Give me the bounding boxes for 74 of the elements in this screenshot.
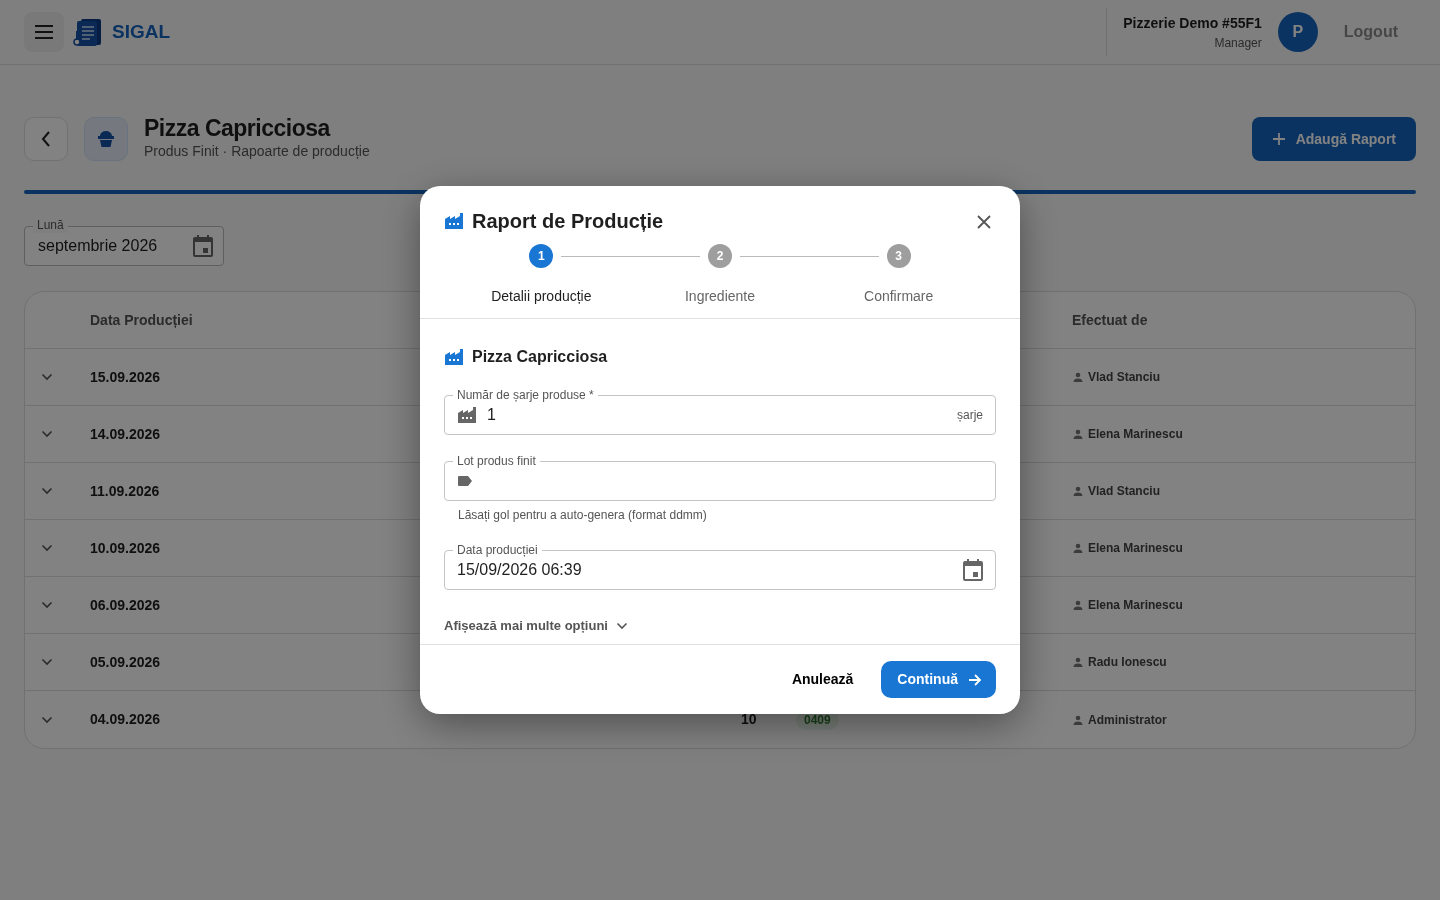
page-title: Pizza Capricciosa [144, 116, 332, 142]
input-field[interactable]: Lot produs finit [444, 452, 996, 501]
date-cell-text: 10.09.2026 [90, 538, 161, 558]
chevron-left-icon [41, 131, 51, 148]
unit-suffix: șarje [957, 407, 983, 424]
plus-icon [1271, 132, 1286, 147]
field-label: Număr de șarje produse * [453, 387, 598, 403]
document-logo-icon [72, 17, 104, 47]
factory-icon [444, 348, 464, 366]
author-cell-text: Elena Marinescu [1088, 597, 1183, 615]
date-cell-text: 04.09.2026 [90, 710, 161, 730]
account-name: Pizzerie Demo #55F1 [1123, 13, 1262, 33]
field-value: septembrie 2026 [38, 236, 158, 257]
column-header: Efectuat de [1072, 310, 1149, 330]
step-number: 2 [708, 244, 732, 268]
expand-icon[interactable] [41, 601, 53, 610]
dialog-title: Raport de Producție [472, 209, 664, 234]
expand-icon[interactable] [41, 373, 53, 382]
author-cell-text: Radu Ionescu [1088, 654, 1167, 672]
expand-icon[interactable] [41, 658, 53, 667]
author-cell-text: Elena Marinescu [1088, 426, 1183, 444]
tag-icon [457, 475, 473, 487]
expand-icon[interactable] [41, 430, 53, 439]
text-input[interactable]: 15/09/2026 06:39 [457, 558, 953, 582]
step-number: 3 [886, 244, 911, 268]
column-header: Data Producției [90, 310, 194, 330]
author-cell-text: Vlad Stanciu [1088, 369, 1161, 387]
expand-icon[interactable] [41, 715, 53, 724]
date-cell-text: 15.09.2026 [90, 367, 161, 387]
calendar-icon[interactable] [963, 559, 983, 581]
date-cell-text: 05.09.2026 [90, 652, 161, 672]
person-icon [1072, 656, 1084, 669]
field-label: Lot produs finit [453, 453, 540, 469]
menu-button[interactable] [24, 12, 64, 52]
author-cell-text: Administrator [1088, 711, 1167, 729]
product-name: Pizza Capricciosa [472, 347, 608, 367]
author-cell-text: Vlad Stanciu [1088, 483, 1161, 501]
step-label: Ingrediente [684, 287, 755, 306]
menu-icon [35, 25, 53, 39]
cancel-button[interactable]: Anulează [785, 668, 860, 691]
step-label: Confirmare [864, 287, 934, 306]
person-icon [1072, 542, 1084, 555]
person-icon [1072, 599, 1084, 612]
date-cell-text: 06.09.2026 [90, 595, 161, 615]
page-subtitle: Produs Finit · Rapoarte de producție [144, 142, 370, 162]
arrow-right-icon [968, 672, 982, 687]
calendar-icon[interactable] [193, 235, 213, 258]
step-number: 1 [529, 244, 554, 268]
input-field[interactable]: Număr de șarje produse * 1 șarje [444, 386, 996, 435]
factory-icon [444, 212, 464, 230]
continue-button[interactable]: Continuă [881, 661, 996, 698]
product-icon [84, 117, 128, 162]
back-button[interactable] [24, 117, 68, 162]
text-input[interactable]: 1 [487, 403, 947, 427]
field-label: Data producției [453, 542, 542, 558]
author-cell-text: Elena Marinescu [1088, 540, 1183, 558]
chevron-down-icon [616, 621, 628, 630]
close-icon [976, 213, 992, 230]
date-cell-text: 14.09.2026 [90, 424, 161, 444]
helper-text: Lăsați gol pentru a auto-genera (format ddmm) [458, 507, 708, 524]
quantity-cell-text: 10 [741, 710, 757, 730]
input-field[interactable]: Data producției 15/09/2026 06:39 [444, 541, 996, 590]
factory-icon [457, 406, 477, 424]
step-label: Detalii producție [491, 287, 592, 306]
app-name: SIGAL [112, 19, 171, 44]
expand-icon[interactable] [41, 544, 53, 553]
more-options-button[interactable]: Afișează mai multe opțiuni [444, 616, 628, 636]
expand-icon[interactable] [41, 487, 53, 496]
person-icon [1072, 428, 1084, 441]
account-role: Manager [1213, 34, 1262, 52]
person-icon [1072, 371, 1084, 384]
person-icon [1072, 713, 1084, 726]
person-icon [1072, 485, 1084, 498]
date-cell-text: 11.09.2026 [90, 481, 160, 501]
